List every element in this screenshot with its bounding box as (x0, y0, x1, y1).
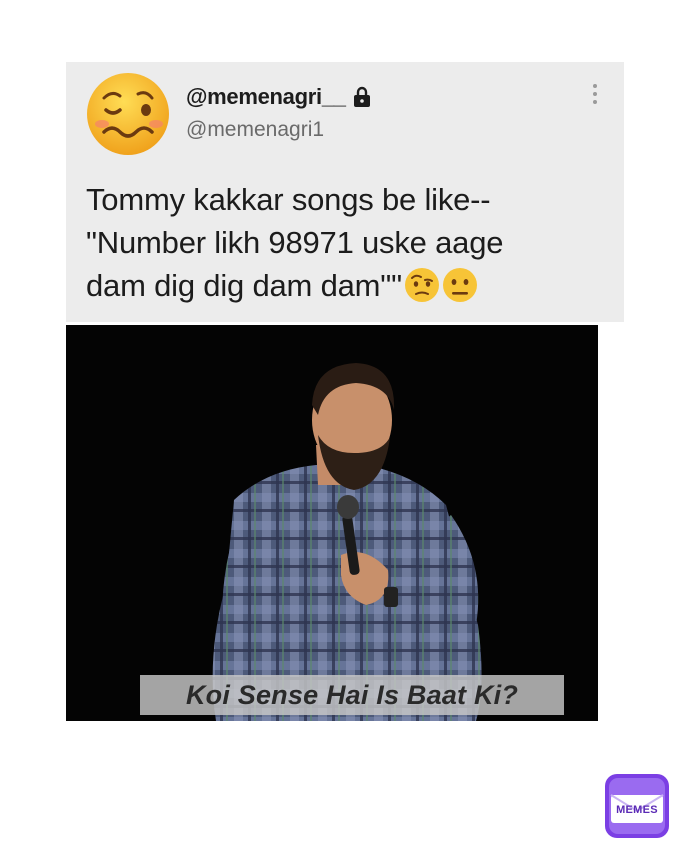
media-image[interactable]: Koi Sense Hai Is Baat Ki? (66, 325, 598, 721)
memes-logo-label: MEMES (616, 804, 658, 816)
display-name[interactable]: @memenagri__ (186, 84, 346, 110)
name-row: @memenagri__ (186, 82, 372, 112)
face-with-raised-eyebrow-icon (404, 268, 439, 302)
lock-icon (353, 86, 370, 107)
caption-box: Koi Sense Hai Is Baat Ki? (140, 675, 564, 715)
woozy-face-icon[interactable] (86, 72, 170, 156)
caption-text: Koi Sense Hai Is Baat Ki? (185, 679, 519, 710)
memes-app-logo[interactable]: MEMES (604, 773, 670, 839)
neutral-face-icon (442, 268, 477, 302)
user-handle[interactable]: @memenagri1 (186, 118, 324, 142)
tweet-card: @memenagri__ @memenagri1 Tommy kakkar so… (66, 62, 624, 322)
tweet-text: Tommy kakkar songs be like-- "Number lik… (86, 178, 606, 307)
comedian-photo (212, 363, 482, 721)
tweet-text-content: Tommy kakkar songs be like-- "Number lik… (86, 182, 504, 303)
more-options-icon[interactable] (590, 84, 600, 110)
